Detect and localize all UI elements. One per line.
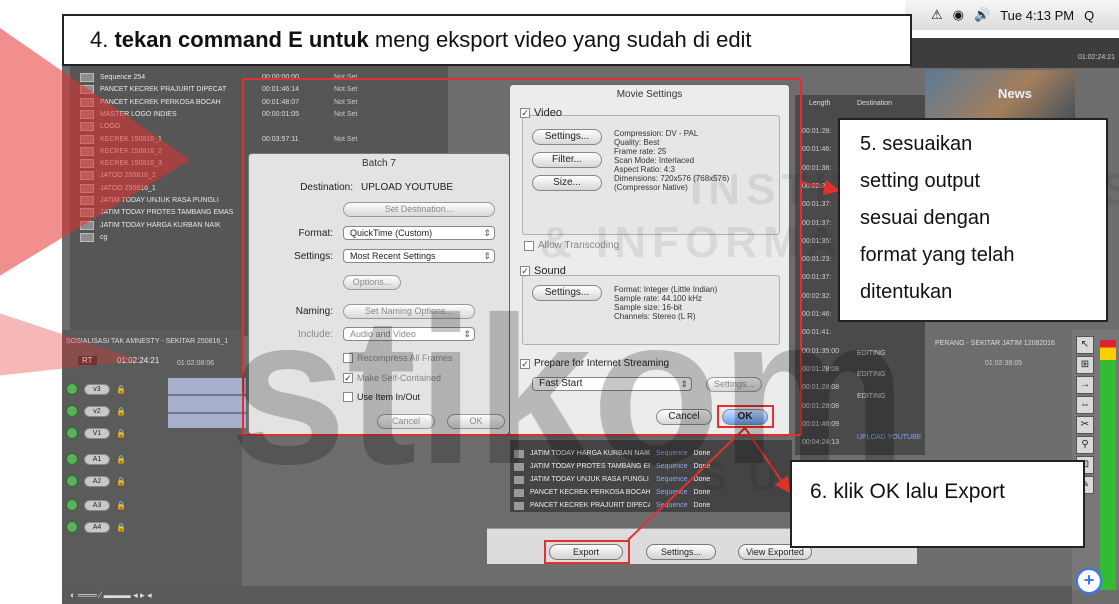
track-lock-icon[interactable]: 🔒 [116, 385, 126, 394]
track-visibility-icon[interactable] [66, 383, 78, 395]
track-label[interactable]: A3 [84, 499, 110, 511]
zoom-tool-icon[interactable]: ⚲ [1076, 436, 1094, 454]
timeline-bottom-bar: ◐ ═══ ⁄ ▬▬▬ ◂ ▸ ◂ [62, 586, 1072, 604]
track-select-tool-icon[interactable]: → [1076, 376, 1094, 394]
highlight-export [544, 540, 630, 564]
mac-menubar: ⚠ ◉ 🔊 Tue 4:13 PM Q [905, 0, 1119, 30]
track-label[interactable]: A4 [84, 521, 110, 533]
step5-line-1: 5. sesuaikan [860, 133, 973, 155]
wifi-icon[interactable]: ◉ [953, 7, 964, 23]
track-lock-icon[interactable]: 🔒 [116, 407, 126, 416]
track-header[interactable]: A1 🔒 [66, 450, 168, 468]
track-label[interactable]: v2 [84, 405, 110, 417]
track-header[interactable]: v3 🔒 [66, 380, 168, 398]
right-timeline-ruler: 01:02:38:05 [985, 360, 1022, 367]
roll-tool-icon[interactable]: ⇔ [1076, 396, 1094, 414]
canvas-header: 01:02:24:21 [910, 38, 1119, 68]
track-header[interactable]: A4 🔒 [66, 518, 168, 536]
track-visibility-icon[interactable] [66, 475, 78, 487]
track-header[interactable]: A3 🔒 [66, 496, 168, 514]
razor-tool-icon[interactable]: ✂ [1076, 416, 1094, 434]
track-label[interactable]: A2 [84, 475, 110, 487]
step4-bold: tekan command E untuk [114, 27, 369, 52]
selection-tool-icon[interactable]: ↖ [1076, 336, 1094, 354]
track-header[interactable]: V1 🔒 [66, 424, 168, 442]
track-lock-icon[interactable]: 🔒 [116, 523, 126, 532]
spotlight-icon[interactable]: Q [1084, 8, 1094, 23]
step4-prefix: 4. [90, 27, 115, 52]
track-visibility-icon[interactable] [66, 453, 78, 465]
track-lock-icon[interactable]: 🔒 [116, 455, 126, 464]
step4-rest: meng eksport video yang sudah di edit [368, 27, 752, 52]
track-header[interactable]: A2 🔒 [66, 472, 168, 490]
track-lock-icon[interactable]: 🔒 [116, 429, 126, 438]
track-visibility-icon[interactable] [66, 521, 78, 533]
step5-callout: 5. sesuaikan setting output sesuai denga… [838, 118, 1108, 322]
length-value: 00:01:28: [802, 128, 832, 135]
track-label[interactable]: V1 [84, 427, 110, 439]
screenshot-stage: ⚠ ◉ 🔊 Tue 4:13 PM Q Sequence 254 00:00:00… [0, 0, 1119, 604]
canvas-timecode: 01:02:24:21 [1078, 54, 1115, 61]
track-lock-icon[interactable]: 🔒 [116, 501, 126, 510]
menubar-clock[interactable]: Tue 4:13 PM [1000, 8, 1074, 23]
track-header[interactable]: v2 🔒 [66, 402, 168, 420]
step4-callout: 4. tekan command E untuk meng eksport vi… [62, 14, 912, 66]
destination-column-header[interactable]: Destination [857, 100, 892, 107]
warning-icon[interactable]: ⚠ [931, 7, 943, 23]
canvas-news-text: News [998, 86, 1032, 101]
step5-line-4: format yang telah [860, 244, 1015, 266]
edit-select-tool-icon[interactable]: ⊞ [1076, 356, 1094, 374]
volume-icon[interactable]: 🔊 [974, 7, 990, 23]
length-value: 00:01:46: [802, 146, 832, 154]
zoom-slider-icon[interactable]: ◐ ═══ ⁄ ▬▬▬ ◂ ▸ ◂ [70, 590, 152, 601]
track-lock-icon[interactable]: 🔒 [116, 477, 126, 486]
audio-meters [1100, 340, 1116, 590]
export-settings-button[interactable]: Settings... [646, 544, 716, 560]
step5-line-5: ditentukan [860, 281, 953, 303]
step5-line-2: setting output [860, 170, 981, 192]
right-timeline-tab[interactable]: PERANG - SEKITAR JATIM 12082016 [935, 340, 1055, 347]
track-label[interactable]: v3 [84, 383, 110, 395]
track-visibility-icon[interactable] [66, 499, 78, 511]
add-button-icon[interactable]: + [1076, 568, 1102, 594]
length-column-header[interactable]: Length [809, 100, 830, 107]
track-visibility-icon[interactable] [66, 427, 78, 439]
step6-callout: 6. klik OK lalu Export [790, 460, 1085, 548]
track-visibility-icon[interactable] [66, 405, 78, 417]
step5-line-3: sesuai dengan [860, 207, 991, 229]
track-label[interactable]: A1 [84, 453, 110, 465]
